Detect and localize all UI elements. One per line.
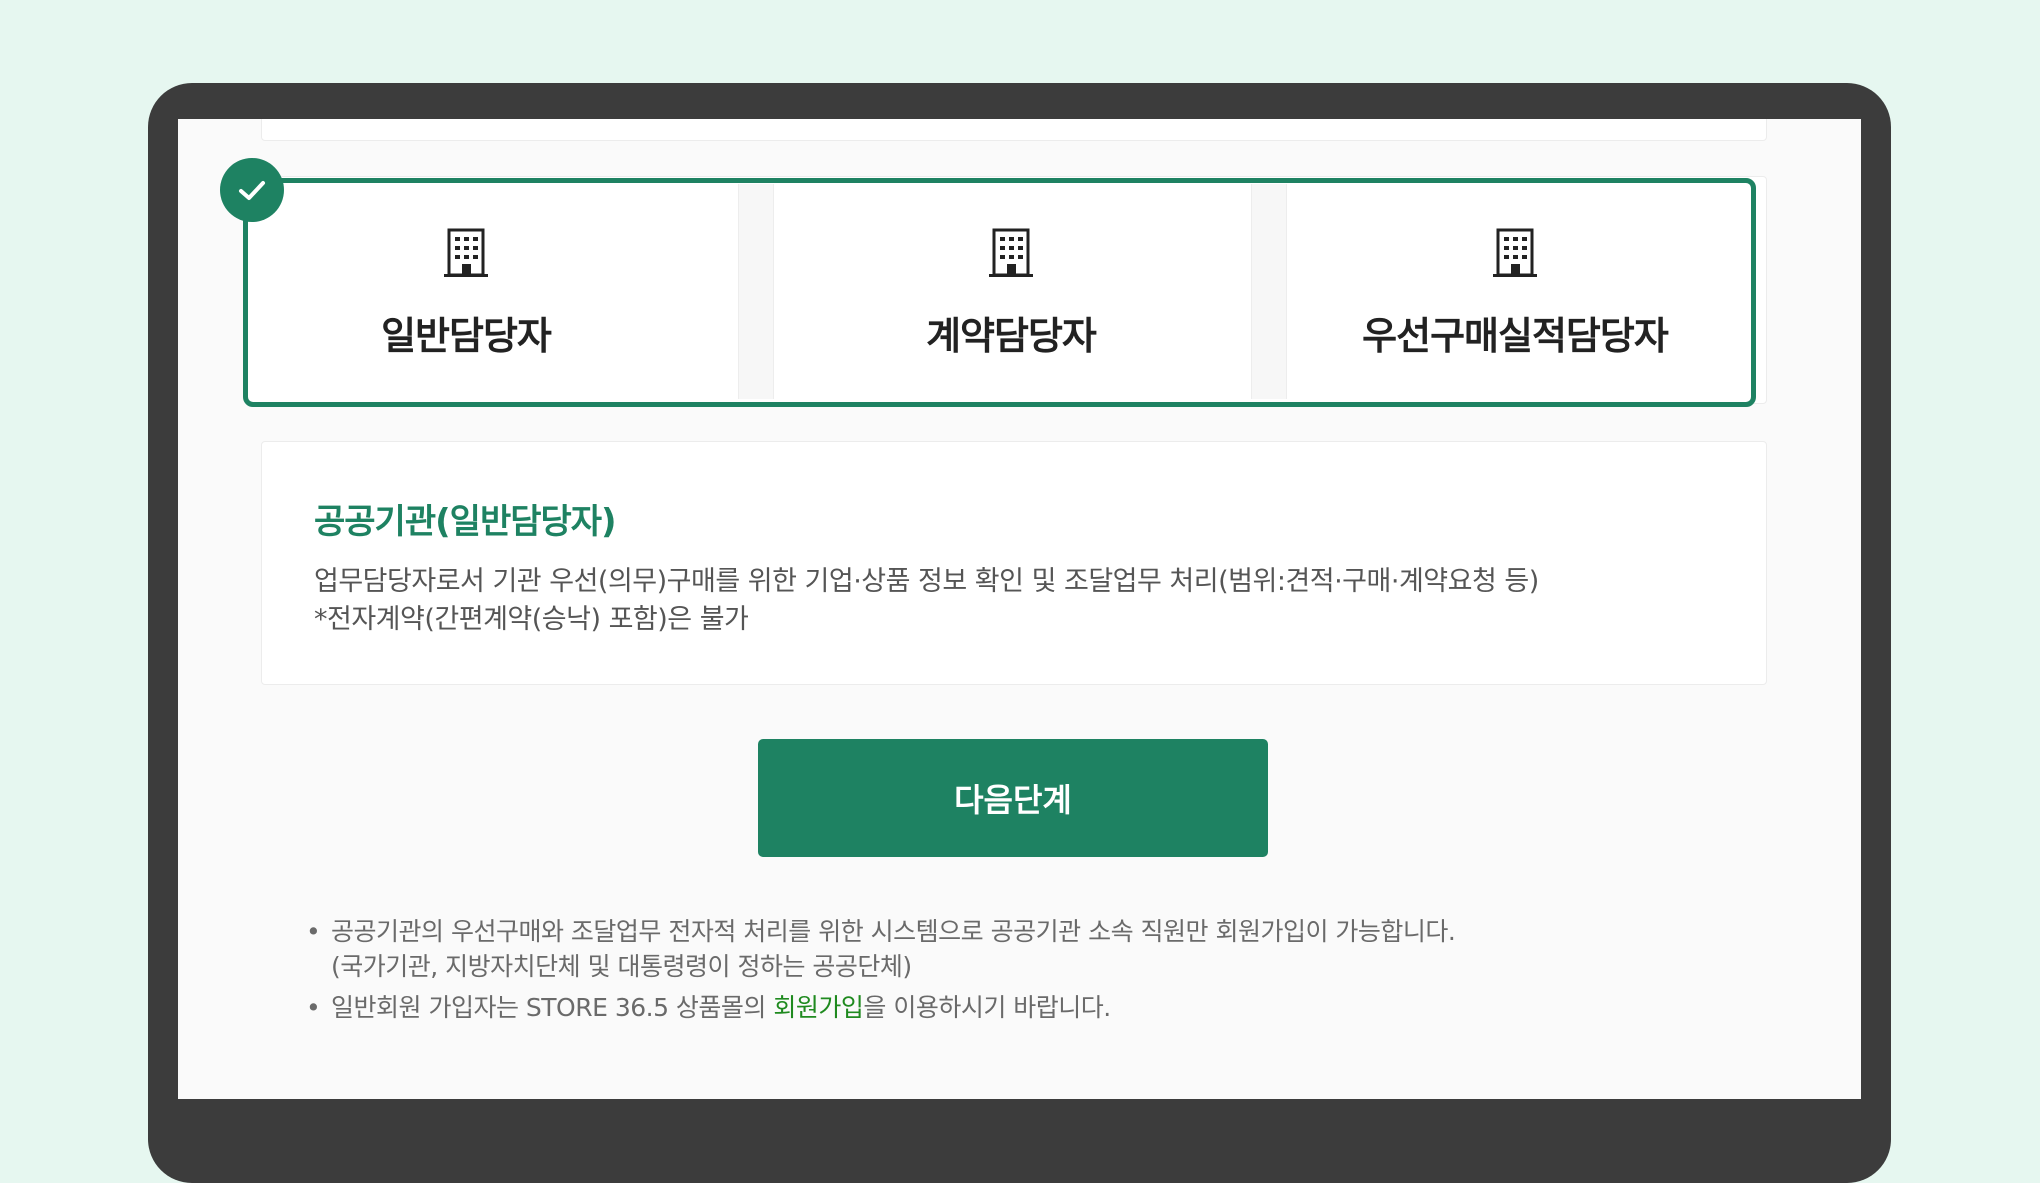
option-divider <box>1251 184 1287 399</box>
option-label: 계약담당자 <box>926 314 1097 358</box>
selected-check-badge <box>220 158 284 222</box>
role-description-text: 업무담당자로서 기관 우선(의무)구매를 위한 기업·상품 정보 확인 및 조달… <box>314 566 1539 597</box>
bullet: • <box>306 917 321 946</box>
check-icon <box>239 181 265 200</box>
option-divider <box>738 184 774 399</box>
bullet: • <box>306 993 321 1022</box>
notice-item: • 공공기관의 우선구매와 조달업무 전자적 처리를 위한 시스템으로 공공기관… <box>306 914 1456 984</box>
screen: 일반담당자 계약담당자 우선구매실적담당자 공공기관(일반담당자) 업무담당자로… <box>178 119 1861 1099</box>
notice-text: 공공기관의 우선구매와 조달업무 전자적 처리를 위한 시스템으로 공공기관 소… <box>331 917 1456 946</box>
notice-text-sub: (국가기관, 지방자치단체 및 대통령령이 정하는 공공단체) <box>331 952 912 981</box>
notice-item: • 일반회원 가입자는 STORE 36.5 상품몰의 회원가입을 이용하시기 … <box>306 990 1455 1025</box>
role-description-title: 공공기관(일반담당자) <box>314 502 617 542</box>
notice-text: 일반회원 가입자는 STORE 36.5 상품몰의 <box>331 993 774 1022</box>
role-description-note: *전자계약(간편계약(승낙) 포함)은 불가 <box>314 604 749 635</box>
option-priority-purchase-manager[interactable]: 우선구매실적담당자 <box>1287 184 1743 394</box>
building-icon <box>989 228 1033 277</box>
option-contract-manager[interactable]: 계약담당자 <box>774 184 1248 394</box>
option-general-manager[interactable]: 일반담당자 <box>248 184 684 394</box>
next-step-button[interactable]: 다음단계 <box>758 739 1268 857</box>
option-label: 우선구매실적담당자 <box>1362 314 1669 358</box>
building-icon <box>1493 228 1537 277</box>
notice-text: 을 이용하시기 바랍니다. <box>863 993 1111 1022</box>
notice-list: • 공공기관의 우선구매와 조달업무 전자적 처리를 위한 시스템으로 공공기관… <box>306 914 1456 1025</box>
member-signup-link[interactable]: 회원가입 <box>773 993 864 1022</box>
building-icon <box>444 228 488 277</box>
option-label: 일반담당자 <box>381 314 552 358</box>
previous-card <box>261 119 1767 141</box>
role-description-card: 공공기관(일반담당자) 업무담당자로서 기관 우선(의무)구매를 위한 기업·상… <box>261 441 1767 685</box>
